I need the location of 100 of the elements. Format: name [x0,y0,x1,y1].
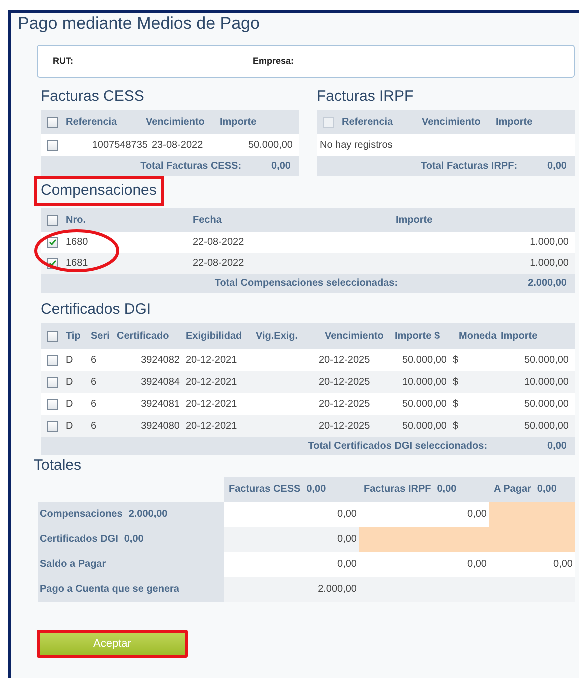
table-cell-text: $ [452,354,460,368]
table-cell-text: 6 [91,398,98,412]
column-header: Moneda [459,330,498,344]
table-cell-text: 1680 [66,236,90,250]
column-header: Nro. [66,214,87,228]
table-cell-text: 50.000,00 [524,420,569,434]
section-heading: Certificados DGI [41,300,152,320]
total-cell: 0,00 [224,552,359,577]
table-cell-text: 20-12-2021 [185,398,238,412]
table-cell-text: 50.000,00 [402,354,447,368]
checkbox[interactable] [47,398,58,410]
checkbox[interactable] [47,116,58,128]
table-cell-text: 22-08-2022 [193,236,246,250]
table-cell-text: 10.000,00 [402,376,447,390]
table-cell-text: 20-12-2025 [319,376,372,390]
section-heading: Facturas IRPF [317,86,414,106]
total-label: Total Certificados DGI seleccionados: [307,440,489,454]
checkbox[interactable] [47,140,58,150]
column-header: Fecha [193,214,223,228]
total-label: Total Facturas CESS: [140,160,243,174]
empty-message: No hay registros [320,138,393,152]
column-total: 0,00 [437,483,457,497]
total-value: 0,00 [548,160,567,174]
total-value: 2.000,00 [528,277,567,291]
table-cell-text: 10.000,00 [524,376,569,390]
column-header: Facturas CESS [229,483,301,497]
table-cell-text: 3924081 [140,398,180,412]
total-cell: 2.000,00 [224,577,359,602]
table-cell-text: 6 [91,376,98,390]
table-cell-text: D [66,376,74,390]
table-cell-text: 20-12-2025 [319,354,372,368]
table-cell-text: 3924080 [140,420,180,434]
checkbox[interactable] [47,214,58,226]
table-cell-text: 3924082 [140,354,180,368]
total-value: 0,00 [272,160,291,174]
table-cell-text: $ [452,420,460,434]
checkmark-icon [48,260,56,267]
total-cell: 0,00 [359,502,489,527]
column-header: Tip [66,330,82,344]
table-cell-text: 3924084 [140,376,180,390]
checkbox[interactable] [47,237,58,248]
table-cell-text: D [66,354,74,368]
total-cell: 0,00 [224,502,359,527]
table-cell-text: 20-12-2021 [185,420,238,434]
column-header: Seri [91,330,111,344]
column-header: Vig.Exig. [256,330,300,344]
column-header: A Pagar [494,483,532,497]
table-cell-text: 6 [91,420,98,434]
page-title: Pago mediante Medios de Pago [18,13,260,36]
empresa-label: Empresa: [253,54,294,68]
checkbox[interactable] [47,354,58,366]
table-cell-text: $ [452,376,460,390]
column-header: Certificado [117,330,170,344]
accept-button[interactable]: Aceptar [37,630,188,658]
row-header: Pago a Cuenta que se genera [40,583,180,597]
column-header: Vencimiento [325,330,385,344]
total-value: 0,00 [548,440,567,454]
table-cell-text: D [66,398,74,412]
total-cell: 0,00 [224,527,359,552]
column-header: Facturas IRPF [364,483,432,497]
column-header: Referencia [342,116,394,130]
column-header: Importe [396,214,433,228]
column-total: 0,00 [537,483,557,497]
checkmark-icon [48,239,56,246]
checkbox[interactable] [47,330,58,342]
total-label: Total Compensaciones seleccionadas: [214,277,400,291]
table-cell-text: 1.000,00 [529,236,569,250]
table-cell-text: 50.000,00 [402,398,447,412]
section-heading: Facturas CESS [41,86,144,106]
column-header: Importe [496,116,533,130]
table-cell-text: 20-12-2021 [185,376,238,390]
column-header: Vencimiento [422,116,482,130]
column-header: Vencimiento [146,116,206,130]
rut-label: RUT: [53,54,74,68]
table-cell-text: 20-12-2021 [185,354,238,368]
section-heading: Totales [34,456,82,476]
table-cell-text: 23-08-2022 [152,138,204,152]
table-cell-text: 1007548735 [91,138,148,152]
checkbox[interactable] [47,420,58,432]
table-cell-text: 22-08-2022 [193,257,246,271]
row-header: Saldo a Pagar [40,558,106,572]
table-cell-text: 6 [91,354,98,368]
table-cell-text: 1681 [66,257,90,271]
row-total: 0,00 [124,533,144,547]
column-header: Referencia [66,116,118,130]
checkbox[interactable] [47,376,58,388]
table-cell-text: 20-12-2025 [319,420,372,434]
total-label: Total Facturas IRPF: [420,160,519,174]
column-header: Exigibilidad [186,330,244,344]
table-cell-text: D [66,420,74,434]
table-cell-text: $ [452,398,460,412]
table-cell-text: 50.000,00 [248,138,293,152]
table-cell-text: 50.000,00 [524,354,569,368]
column-header: Importe $ [395,330,442,344]
table-cell-text: 20-12-2025 [319,398,372,412]
row-header: Certificados DGI [40,533,118,547]
table-cell-text: 50.000,00 [524,398,569,412]
table-cell-text: 1.000,00 [529,257,569,271]
column-total: 0,00 [306,483,326,497]
row-header: Compensaciones [40,508,123,522]
